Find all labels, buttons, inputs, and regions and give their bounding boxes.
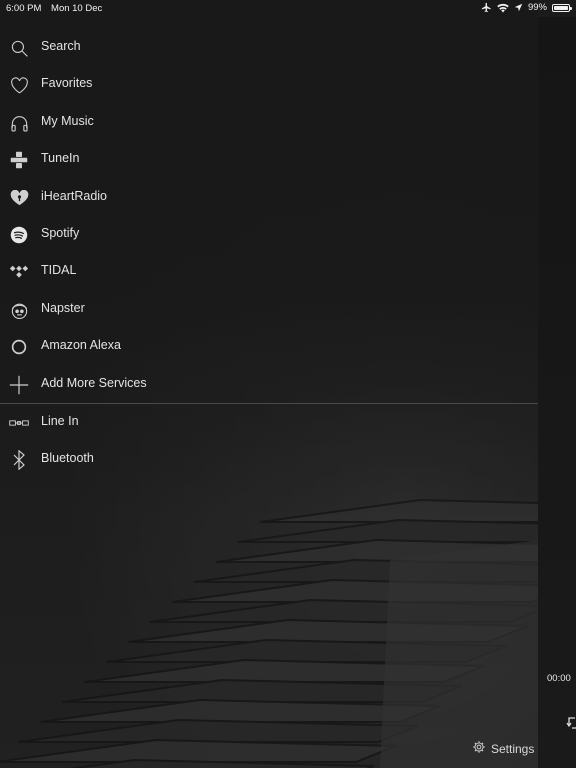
menu-item-favorites[interactable]: Favorites [0,66,538,103]
battery-percent: 99% [527,2,547,13]
alexa-icon [9,337,29,357]
menu-item-label: Napster [41,301,85,315]
search-icon [9,38,29,58]
player-panel-edge [538,17,576,768]
menu-item-label: Favorites [41,76,93,90]
menu-item-label: My Music [41,114,94,128]
headphones-icon [9,113,29,133]
bluetooth-icon [9,450,29,470]
airplane-icon [481,2,492,13]
menu-item-bluetooth[interactable]: Bluetooth [0,441,538,478]
napster-icon [9,300,29,320]
line-in-icon [9,413,29,433]
gear-icon [472,740,486,757]
menu-item-napster[interactable]: Napster [0,291,538,328]
menu-item-add-more-services[interactable]: Add More Services [0,366,538,403]
plus-icon [9,375,29,395]
menu-item-iheartradio[interactable]: iHeartRadio [0,179,538,216]
menu-item-label: Amazon Alexa [41,338,121,352]
heart-icon [9,75,29,95]
menu-item-label: Line In [41,414,79,428]
menu-item-label: TuneIn [41,151,80,165]
menu-item-label: Search [41,39,81,53]
menu-item-amazon-alexa[interactable]: Amazon Alexa [0,328,538,365]
status-time: 6:00 PM [6,3,42,14]
battery-icon [552,3,572,12]
status-date: Mon 10 Dec [51,3,103,14]
menu-item-tunein[interactable]: TuneIn [0,141,538,178]
menu-item-spotify[interactable]: Spotify [0,216,538,253]
tidal-icon [9,262,29,282]
elapsed-time: 00:00 [547,673,571,684]
iheartradio-icon [9,188,29,208]
settings-label: Settings [491,741,535,756]
menu-item-label: Spotify [41,226,80,240]
menu-item-search[interactable]: Search [0,29,538,66]
tunein-icon [9,150,29,170]
menu-item-label: Add More Services [41,376,147,390]
menu-item-label: TIDAL [41,263,77,277]
queue-icon[interactable] [566,716,576,737]
menu-item-my-music[interactable]: My Music [0,104,538,141]
spotify-icon [9,225,29,245]
location-arrow-icon [514,3,523,12]
menu-item-label: Bluetooth [41,451,94,465]
menu-item-label: iHeartRadio [41,189,108,203]
side-menu: Search Favorites My Music TuneIn iHeartR… [0,0,538,768]
settings-button[interactable]: Settings [472,740,534,757]
status-bar: 6:00 PM Mon 10 Dec 99% [0,0,576,17]
menu-item-line-in[interactable]: Line In [0,404,538,441]
wifi-icon [497,3,509,13]
menu-item-tidal[interactable]: TIDAL [0,253,538,290]
